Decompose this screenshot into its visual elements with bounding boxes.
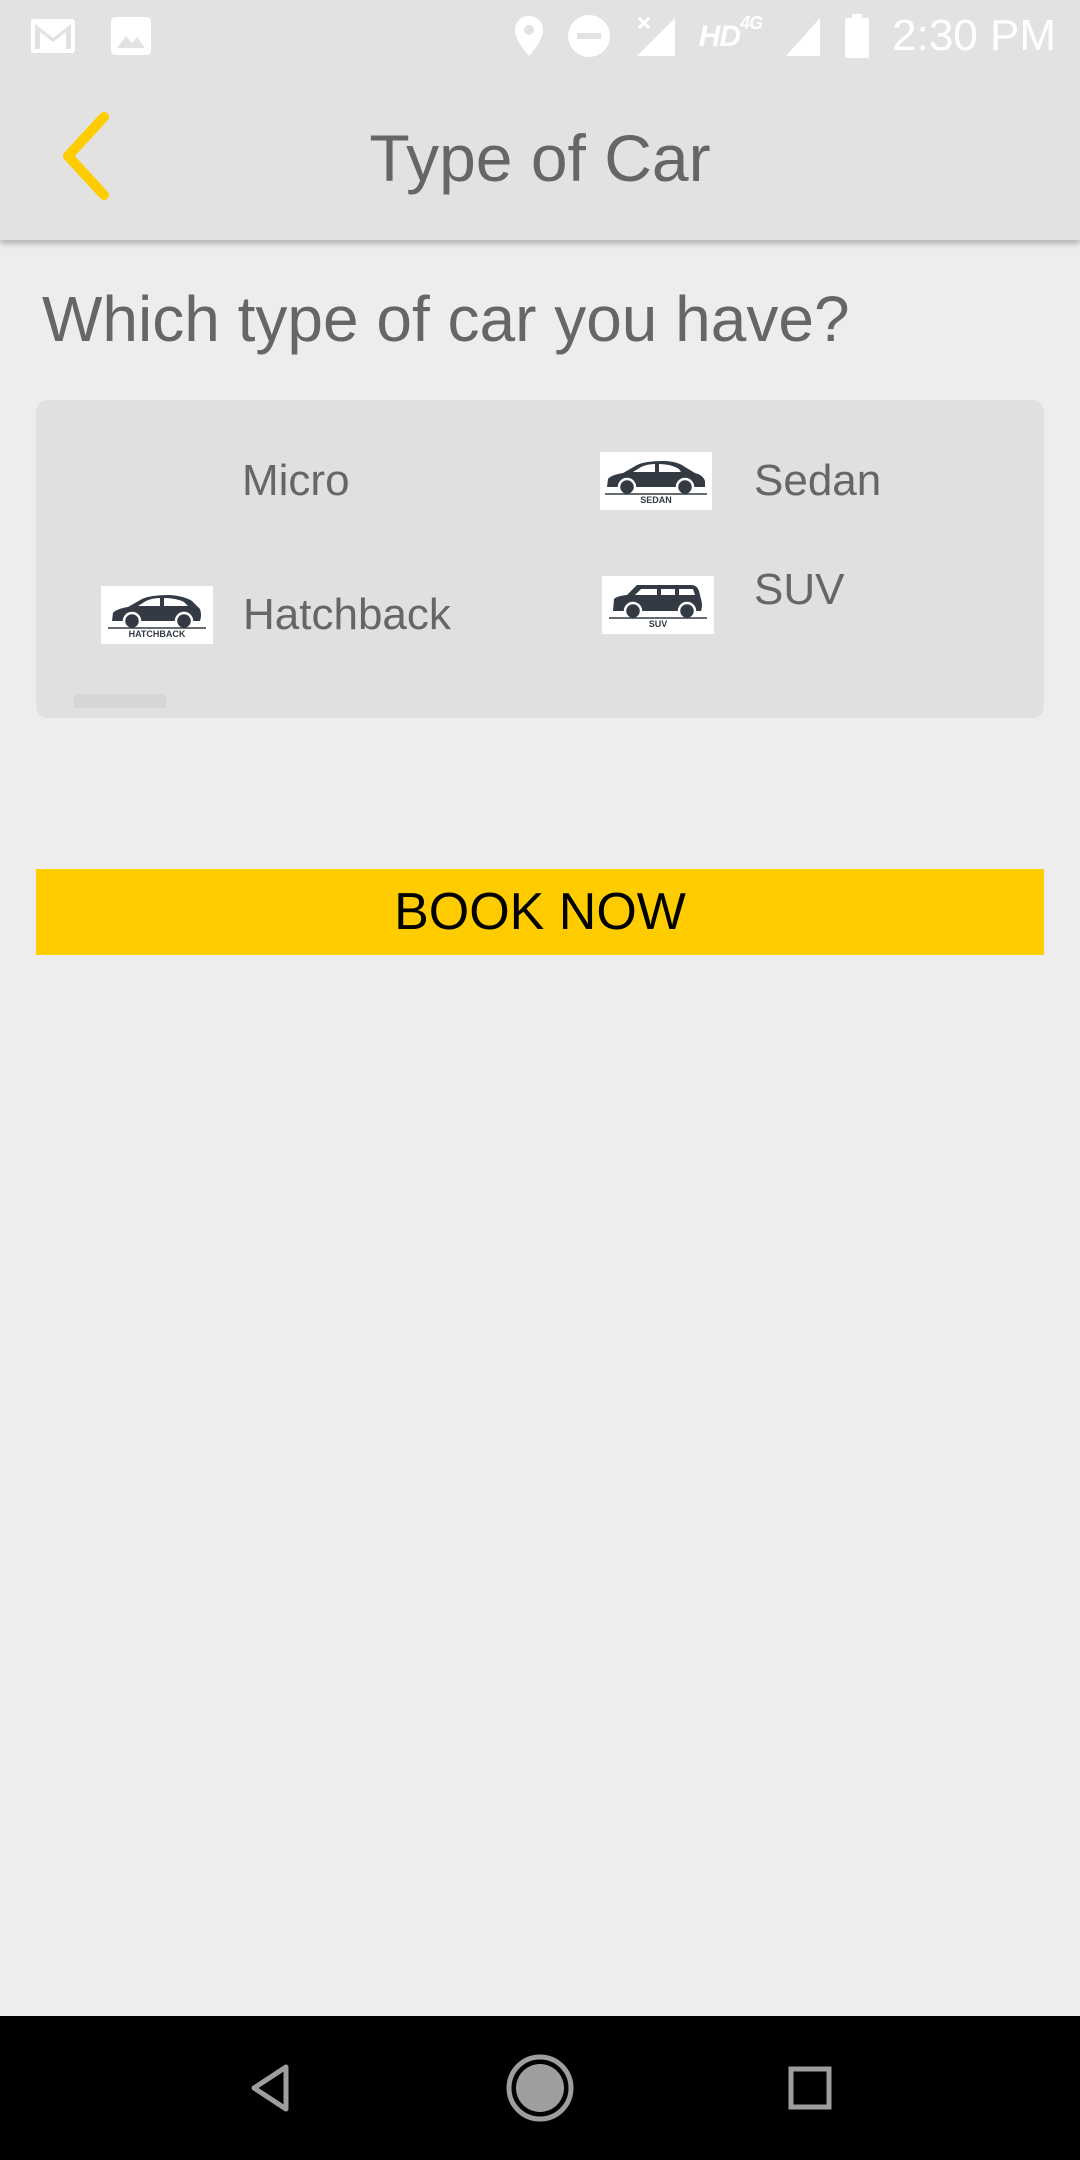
location-icon — [514, 16, 543, 56]
option-suv-label: SUV — [754, 565, 845, 614]
back-triangle-icon — [251, 2064, 289, 2112]
nav-back-button[interactable] — [230, 2016, 310, 2160]
option-suv[interactable]: SUV SUV — [602, 565, 844, 634]
scroll-indicator — [74, 694, 166, 708]
option-micro-label: Micro — [242, 456, 350, 505]
option-hatchback-label: Hatchback — [243, 590, 451, 639]
option-sedan[interactable]: SEDAN Sedan — [600, 452, 881, 510]
gallery-icon — [111, 17, 151, 55]
do-not-disturb-icon — [567, 15, 610, 57]
status-time: 2:30 PM — [892, 11, 1056, 60]
page-title: Type of Car — [369, 121, 711, 195]
battery-icon — [845, 14, 870, 58]
nav-home-button[interactable] — [500, 2016, 580, 2160]
signal-icon — [636, 16, 675, 56]
suv-car-icon: SUV — [602, 576, 714, 634]
car-type-options: Micro SEDAN Sedan HATCHBACK Hatchback SU… — [36, 400, 1044, 718]
navigation-bar — [0, 2016, 1080, 2160]
signal-4g-icon — [786, 18, 821, 56]
question-heading: Which type of car you have? — [42, 283, 850, 355]
status-bar: HD4G 2:30 PM — [0, 0, 1080, 72]
suv-image-caption: SUV — [648, 619, 668, 629]
app-bar: Type of Car — [0, 72, 1080, 240]
option-hatchback[interactable]: HATCHBACK Hatchback — [101, 586, 451, 644]
network-type-label: HD4G — [698, 12, 763, 53]
option-sedan-label: Sedan — [754, 456, 882, 505]
home-circle-icon — [506, 2054, 574, 2122]
hatchback-image-caption: HATCHBACK — [128, 629, 186, 639]
hatchback-car-icon: HATCHBACK — [101, 586, 213, 644]
gmail-icon — [31, 19, 75, 53]
nav-recents-button[interactable] — [770, 2016, 850, 2160]
option-micro[interactable]: Micro — [242, 456, 350, 506]
recents-square-icon — [788, 2066, 832, 2110]
sedan-image-caption: SEDAN — [640, 495, 672, 505]
sedan-car-icon: SEDAN — [600, 452, 712, 510]
book-now-button[interactable]: BOOK NOW — [36, 869, 1044, 955]
